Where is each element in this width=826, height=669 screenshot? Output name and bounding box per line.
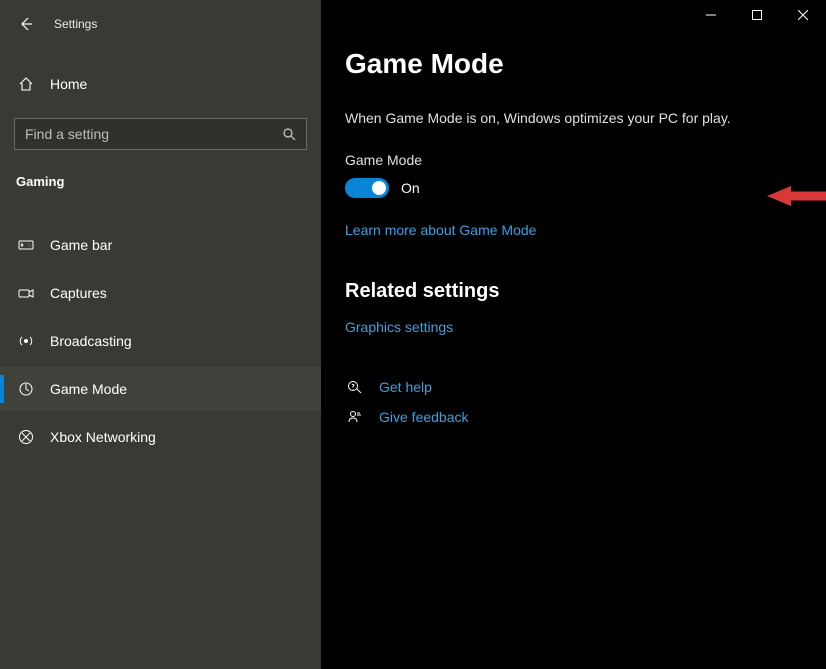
back-button[interactable] bbox=[10, 8, 42, 40]
close-button[interactable] bbox=[780, 0, 826, 30]
sidebar-item-xbox-networking[interactable]: Xbox Networking bbox=[0, 415, 321, 459]
toggle-state-label: On bbox=[401, 180, 420, 196]
back-arrow-icon bbox=[18, 16, 34, 32]
search-input[interactable] bbox=[25, 126, 282, 142]
sidebar-item-label: Game Mode bbox=[50, 381, 127, 397]
sidebar-item-game-mode[interactable]: Game Mode bbox=[0, 367, 321, 411]
toggle-label-text: Game Mode bbox=[345, 152, 826, 168]
category-header: Gaming bbox=[0, 174, 321, 189]
sidebar-item-game-bar[interactable]: Game bar bbox=[0, 223, 321, 267]
xbox-icon bbox=[16, 428, 36, 446]
home-icon bbox=[16, 76, 36, 92]
graphics-settings-link[interactable]: Graphics settings bbox=[345, 319, 826, 335]
window-controls bbox=[688, 0, 826, 30]
sidebar-item-label: Broadcasting bbox=[50, 333, 132, 349]
minimize-button[interactable] bbox=[688, 0, 734, 30]
search-box[interactable] bbox=[14, 118, 307, 150]
content: Game Mode When Game Mode is on, Windows … bbox=[321, 0, 826, 669]
nav: Game bar Captures Broadcasting Game Mode… bbox=[0, 223, 321, 459]
game-mode-toggle[interactable] bbox=[345, 178, 389, 198]
home-label: Home bbox=[50, 76, 87, 92]
sidebar-item-label: Captures bbox=[50, 285, 107, 301]
sidebar-item-label: Xbox Networking bbox=[50, 429, 156, 445]
game-mode-toggle-row: On bbox=[345, 178, 826, 198]
page-title: Game Mode bbox=[345, 48, 826, 80]
give-feedback-link: Give feedback bbox=[379, 409, 469, 425]
minimize-icon bbox=[706, 10, 716, 20]
page-description: When Game Mode is on, Windows optimizes … bbox=[345, 110, 826, 126]
help-icon bbox=[345, 379, 365, 395]
learn-more-link[interactable]: Learn more about Game Mode bbox=[345, 222, 826, 238]
sidebar-item-label: Game bar bbox=[50, 237, 112, 253]
sidebar-item-broadcasting[interactable]: Broadcasting bbox=[0, 319, 321, 363]
broadcasting-icon bbox=[16, 332, 36, 350]
sidebar: Settings Home Gaming Game bar Captures bbox=[0, 0, 321, 669]
gamebar-icon bbox=[16, 236, 36, 254]
sidebar-item-captures[interactable]: Captures bbox=[0, 271, 321, 315]
sidebar-home[interactable]: Home bbox=[0, 62, 321, 106]
feedback-icon bbox=[345, 409, 365, 425]
give-feedback-row[interactable]: Give feedback bbox=[345, 409, 826, 425]
search-icon bbox=[282, 127, 296, 141]
toggle-knob bbox=[372, 181, 386, 195]
close-icon bbox=[798, 10, 808, 20]
titlebar-left: Settings bbox=[0, 8, 321, 40]
get-help-row[interactable]: Get help bbox=[345, 379, 826, 395]
app-title: Settings bbox=[54, 17, 97, 31]
related-settings-header: Related settings bbox=[345, 280, 826, 303]
captures-icon bbox=[16, 284, 36, 302]
maximize-button[interactable] bbox=[734, 0, 780, 30]
maximize-icon bbox=[752, 10, 762, 20]
gamemode-icon bbox=[16, 380, 36, 398]
get-help-link: Get help bbox=[379, 379, 432, 395]
help-section: Get help Give feedback bbox=[345, 379, 826, 425]
